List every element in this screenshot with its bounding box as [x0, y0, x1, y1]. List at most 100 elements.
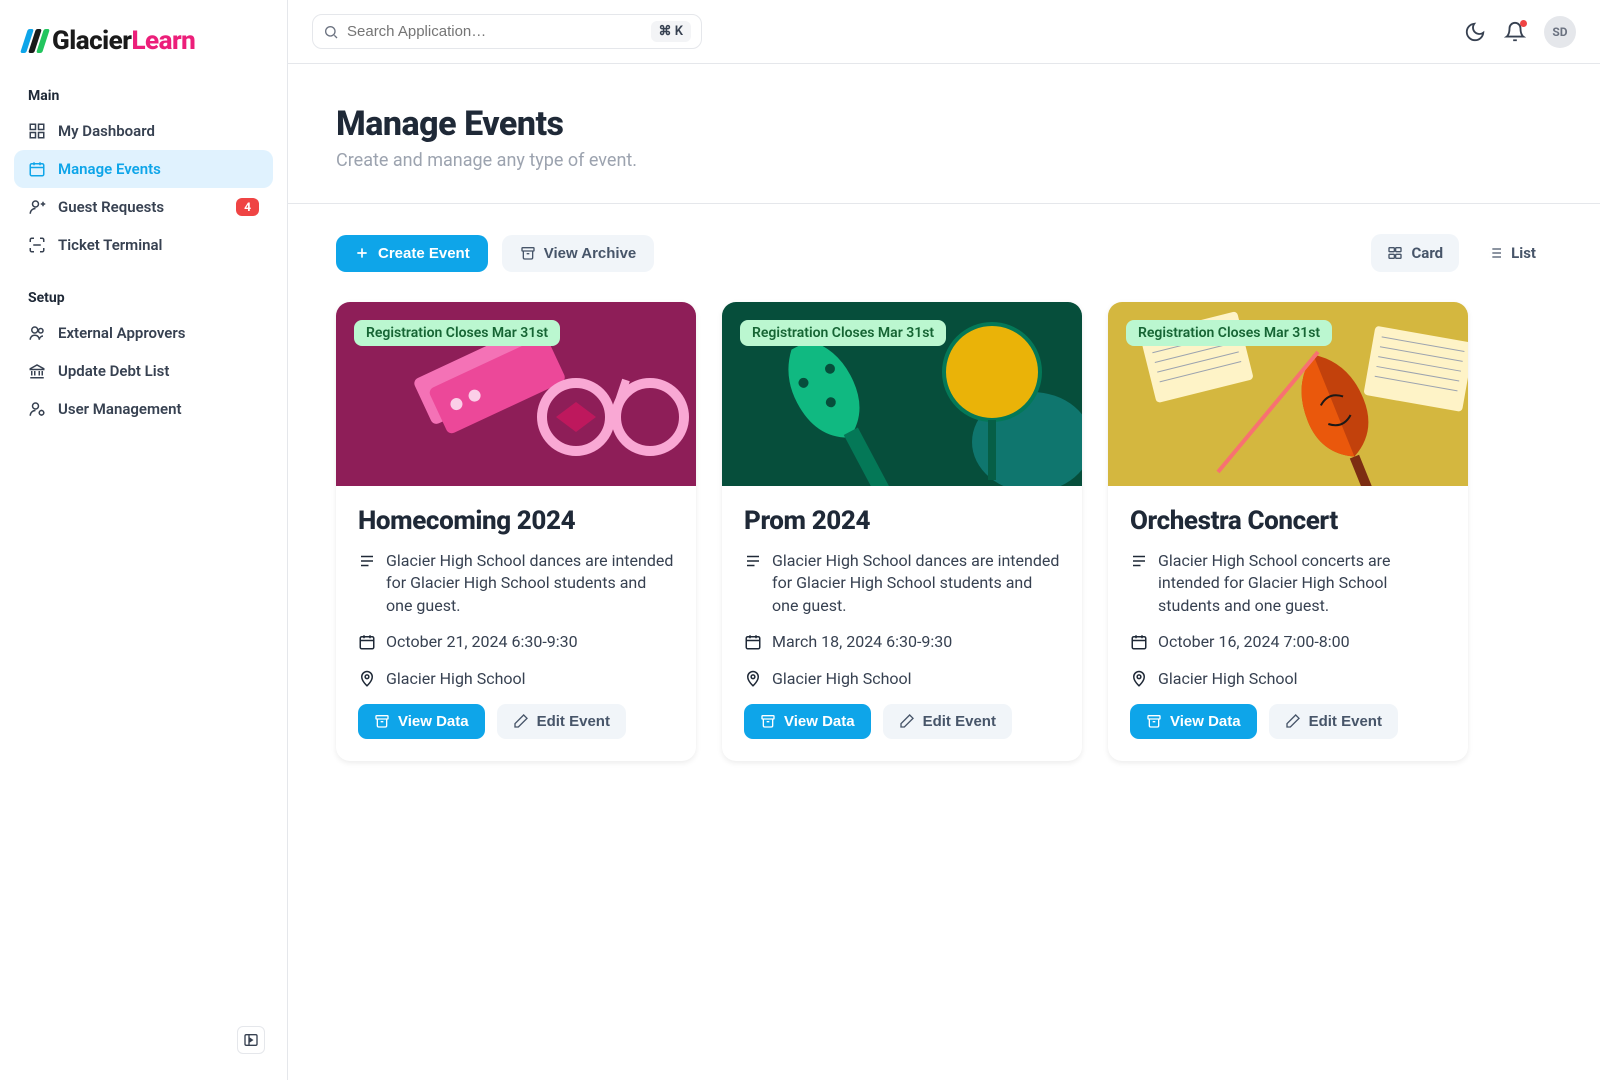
page-title: Manage Events — [336, 104, 1552, 144]
button-label: Edit Event — [1309, 713, 1382, 730]
event-title: Prom 2024 — [744, 506, 1060, 536]
button-label: Edit Event — [537, 713, 610, 730]
view-card-toggle[interactable]: Card — [1371, 234, 1459, 272]
bank-icon — [28, 362, 46, 380]
search-field[interactable]: ⌘ K — [312, 14, 702, 49]
event-location: Glacier High School — [386, 668, 526, 690]
archive-icon — [760, 713, 776, 729]
sidebar-item-label: User Management — [58, 400, 182, 418]
description-icon — [1130, 552, 1148, 570]
sidebar-item-label: Update Debt List — [58, 362, 169, 380]
theme-toggle[interactable] — [1464, 21, 1486, 43]
edit-event-button[interactable]: Edit Event — [497, 704, 626, 739]
event-title: Orchestra Concert — [1130, 506, 1446, 536]
pencil-icon — [513, 713, 529, 729]
calendar-icon — [1130, 633, 1148, 651]
event-description: Glacier High School dances are intended … — [386, 550, 674, 617]
description-icon — [358, 552, 376, 570]
event-title: Homecoming 2024 — [358, 506, 674, 536]
pencil-icon — [899, 713, 915, 729]
user-plus-icon — [28, 198, 46, 216]
search-input[interactable] — [347, 23, 643, 40]
sidebar-item-ticket-terminal[interactable]: Ticket Terminal — [14, 226, 273, 264]
event-image: Registration Closes Mar 31st — [1108, 302, 1468, 486]
event-datetime: October 16, 2024 7:00-8:00 — [1158, 631, 1350, 653]
button-label: View Data — [1170, 713, 1241, 730]
notifications-button[interactable] — [1504, 21, 1526, 43]
calendar-icon — [28, 160, 46, 178]
button-label: List — [1511, 244, 1536, 262]
pencil-icon — [1285, 713, 1301, 729]
button-label: View Archive — [544, 245, 637, 262]
dashboard-icon — [28, 122, 46, 140]
event-image: Registration Closes Mar 31st — [722, 302, 1082, 486]
guest-requests-badge: 4 — [236, 198, 259, 216]
registration-badge: Registration Closes Mar 31st — [1126, 320, 1332, 346]
event-datetime: October 21, 2024 6:30-9:30 — [386, 631, 578, 653]
button-label: Card — [1411, 244, 1443, 262]
notification-dot — [1520, 20, 1527, 27]
sidebar-item-dashboard[interactable]: My Dashboard — [14, 112, 273, 150]
event-card: Registration Closes Mar 31st Homecoming … — [336, 302, 696, 761]
logo[interactable]: GlacierLearn — [14, 18, 273, 64]
sidebar-item-label: Ticket Terminal — [58, 236, 162, 254]
event-description: Glacier High School concerts are intende… — [1158, 550, 1446, 617]
panel-left-icon — [243, 1032, 259, 1048]
event-datetime: March 18, 2024 6:30-9:30 — [772, 631, 952, 653]
event-location: Glacier High School — [1158, 668, 1298, 690]
event-card: Registration Closes Mar 31st Prom 2024 G… — [722, 302, 1082, 761]
registration-badge: Registration Closes Mar 31st — [740, 320, 946, 346]
sidebar-collapse-button[interactable] — [237, 1026, 265, 1054]
button-label: View Data — [784, 713, 855, 730]
list-icon — [1487, 245, 1503, 261]
event-location: Glacier High School — [772, 668, 912, 690]
sidebar-section-main: Main — [14, 80, 273, 112]
page-subtitle: Create and manage any type of event. — [336, 150, 1552, 171]
archive-icon — [520, 245, 536, 261]
moon-icon — [1464, 21, 1486, 43]
logo-text: GlacierLearn — [52, 26, 195, 56]
event-description: Glacier High School dances are intended … — [772, 550, 1060, 617]
archive-icon — [374, 713, 390, 729]
button-label: View Data — [398, 713, 469, 730]
event-image: Registration Closes Mar 31st — [336, 302, 696, 486]
create-event-button[interactable]: Create Event — [336, 235, 488, 272]
view-data-button[interactable]: View Data — [358, 704, 485, 739]
avatar[interactable]: SD — [1544, 16, 1576, 48]
search-shortcut: ⌘ K — [651, 21, 691, 42]
registration-badge: Registration Closes Mar 31st — [354, 320, 560, 346]
button-label: Edit Event — [923, 713, 996, 730]
view-archive-button[interactable]: View Archive — [502, 235, 655, 272]
user-cog-icon — [28, 400, 46, 418]
calendar-icon — [744, 633, 762, 651]
location-icon — [744, 670, 762, 688]
view-list-toggle[interactable]: List — [1471, 234, 1552, 272]
scan-icon — [28, 236, 46, 254]
view-data-button[interactable]: View Data — [1130, 704, 1257, 739]
logo-mark-icon — [24, 29, 46, 53]
sidebar-item-label: Manage Events — [58, 160, 161, 178]
sidebar-item-external-approvers[interactable]: External Approvers — [14, 314, 273, 352]
sidebar-item-user-management[interactable]: User Management — [14, 390, 273, 428]
avatar-initials: SD — [1552, 25, 1567, 39]
sidebar-item-label: My Dashboard — [58, 122, 155, 140]
sidebar-item-label: Guest Requests — [58, 198, 164, 216]
location-icon — [358, 670, 376, 688]
archive-icon — [1146, 713, 1162, 729]
edit-event-button[interactable]: Edit Event — [883, 704, 1012, 739]
search-icon — [323, 24, 339, 40]
cards-icon — [1387, 245, 1403, 261]
sidebar-item-manage-events[interactable]: Manage Events — [14, 150, 273, 188]
sidebar-item-guest-requests[interactable]: Guest Requests 4 — [14, 188, 273, 226]
button-label: Create Event — [378, 245, 470, 262]
users-icon — [28, 324, 46, 342]
plus-icon — [354, 245, 370, 261]
view-data-button[interactable]: View Data — [744, 704, 871, 739]
edit-event-button[interactable]: Edit Event — [1269, 704, 1398, 739]
sidebar-section-setup: Setup — [14, 282, 273, 314]
calendar-icon — [358, 633, 376, 651]
event-card: Registration Closes Mar 31st Orchestra C… — [1108, 302, 1468, 761]
location-icon — [1130, 670, 1148, 688]
sidebar-item-update-debt-list[interactable]: Update Debt List — [14, 352, 273, 390]
sidebar-item-label: External Approvers — [58, 324, 186, 342]
